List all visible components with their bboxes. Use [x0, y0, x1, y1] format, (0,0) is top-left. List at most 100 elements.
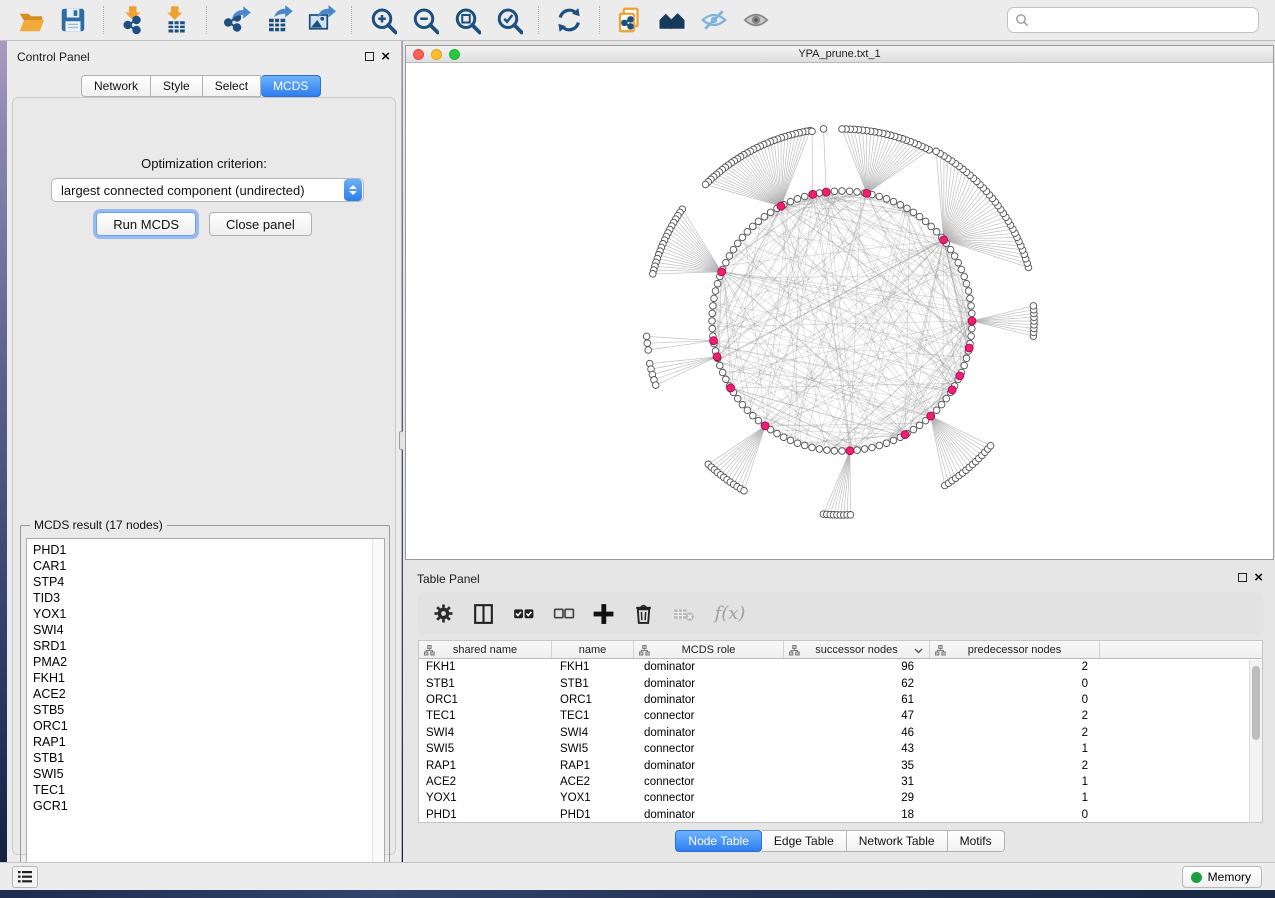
mcds-result-node[interactable]: SWI5	[27, 766, 384, 782]
tab-select[interactable]: Select	[203, 75, 261, 97]
zoom-fit-button[interactable]	[445, 3, 487, 37]
cell: ACE2	[552, 776, 634, 788]
mcds-result-node[interactable]: STP4	[27, 574, 384, 590]
result-scrollbar[interactable]	[372, 539, 384, 890]
cell: PHD1	[419, 809, 552, 821]
function-builder-button[interactable]: f(x)	[710, 600, 750, 626]
table-row[interactable]: TEC1TEC1connector472	[419, 708, 1262, 724]
float-panel-icon[interactable]	[365, 52, 374, 61]
mcds-result-node[interactable]: GCR1	[27, 798, 384, 814]
criterion-dropdown[interactable]: largest connected component (undirected)	[51, 178, 364, 202]
mcds-result-node[interactable]: RAP1	[27, 734, 384, 750]
mcds-result-node[interactable]: PHD1	[27, 542, 384, 558]
column-visibility-button[interactable]	[470, 600, 496, 626]
close-panel-icon[interactable]: ×	[381, 52, 390, 61]
cell: SWI4	[552, 727, 634, 739]
show-details-button[interactable]	[735, 3, 777, 37]
table-row[interactable]: ACE2ACE2connector311	[419, 774, 1262, 790]
select-all-button[interactable]	[510, 600, 536, 626]
deselect-all-button[interactable]	[550, 600, 576, 626]
table-row[interactable]: FKH1FKH1dominator962	[419, 659, 1262, 675]
table-scrollbar-thumb[interactable]	[1252, 666, 1260, 740]
mcds-result-node[interactable]: TID3	[27, 590, 384, 606]
hide-details-icon	[699, 5, 729, 35]
import-network-button[interactable]	[113, 3, 155, 37]
mcds-result-node[interactable]: ACE2	[27, 686, 384, 702]
network-canvas[interactable]	[406, 63, 1273, 559]
float-table-panel-icon[interactable]	[1238, 573, 1247, 582]
mcds-result-node[interactable]: TEC1	[27, 782, 384, 798]
search-box[interactable]	[1007, 7, 1259, 33]
mcds-result-node[interactable]: SWI4	[27, 622, 384, 638]
task-history-button[interactable]	[12, 866, 38, 888]
memory-button[interactable]: Memory	[1182, 866, 1262, 888]
table-row[interactable]: ORC1ORC1dominator610	[419, 692, 1262, 708]
table-row[interactable]: PHD1PHD1dominator180	[419, 807, 1262, 823]
column-header-name[interactable]: name	[552, 641, 634, 658]
table-row[interactable]: RAP1RAP1dominator352	[419, 757, 1262, 773]
list-icon	[18, 871, 32, 883]
mcds-result-list[interactable]: PHD1CAR1STP4TID3YOX1SWI4SRD1PMA2FKH1ACE2…	[26, 538, 385, 891]
delete-table-button[interactable]	[670, 600, 696, 626]
table-row[interactable]: STB1STB1dominator620	[419, 675, 1262, 691]
cell: SWI5	[552, 743, 634, 755]
mcds-result-node[interactable]: ORC1	[27, 718, 384, 734]
close-table-panel-icon[interactable]: ×	[1254, 573, 1263, 582]
hide-details-button[interactable]	[693, 3, 735, 37]
zoom-out-button[interactable]	[403, 3, 445, 37]
select-all-icon	[511, 601, 536, 626]
table-row[interactable]: YOX1YOX1connector291	[419, 790, 1262, 806]
tab-network-table[interactable]: Network Table	[847, 830, 948, 852]
delete-column-icon	[631, 601, 656, 626]
settings-gear-button[interactable]	[430, 600, 456, 626]
mcds-result-node[interactable]: SRD1	[27, 638, 384, 654]
mcds-result-node[interactable]: PMA2	[27, 654, 384, 670]
export-network-button[interactable]	[216, 3, 258, 37]
delete-column-button[interactable]	[630, 600, 656, 626]
save-session-button[interactable]	[52, 3, 94, 37]
tab-mcds[interactable]: MCDS	[261, 75, 321, 97]
search-icon	[1015, 13, 1029, 27]
run-mcds-button[interactable]: Run MCDS	[96, 212, 196, 236]
search-input[interactable]	[1029, 10, 1258, 30]
main-toolbar	[0, 0, 1275, 41]
table-row[interactable]: SWI4SWI4dominator462	[419, 725, 1262, 741]
open-file-button[interactable]	[10, 3, 52, 37]
cell: ORC1	[419, 694, 552, 706]
cell: 1	[930, 776, 1100, 788]
tab-edge-table[interactable]: Edge Table	[762, 830, 847, 852]
houses-button[interactable]	[651, 3, 693, 37]
network-window-titlebar[interactable]: YPA_prune.txt_1	[406, 46, 1273, 63]
import-table-button[interactable]	[155, 3, 197, 37]
zoom-selected-button[interactable]	[487, 3, 529, 37]
column-header-MCDS-role[interactable]: MCDS role	[634, 641, 784, 658]
column-header-shared-name[interactable]: shared name	[419, 641, 552, 658]
criterion-value: largest connected component (undirected)	[52, 183, 344, 198]
tab-style[interactable]: Style	[151, 75, 203, 97]
column-header-successor-nodes[interactable]: successor nodes	[784, 641, 930, 658]
cell: 2	[930, 661, 1100, 673]
tab-node-table[interactable]: Node Table	[675, 830, 762, 852]
add-column-button[interactable]	[590, 600, 616, 626]
mcds-result-node[interactable]: CAR1	[27, 558, 384, 574]
column-header-predecessor-nodes[interactable]: predecessor nodes	[930, 641, 1100, 658]
table-row[interactable]: SWI5SWI5connector431	[419, 741, 1262, 757]
mcds-result-node[interactable]: YOX1	[27, 606, 384, 622]
export-table-button[interactable]	[258, 3, 300, 37]
mcds-result-node[interactable]: STB1	[27, 750, 384, 766]
tab-network[interactable]: Network	[81, 75, 151, 97]
cell: connector	[634, 776, 784, 788]
function-builder-icon: f(x)	[715, 603, 746, 624]
cell: 62	[784, 678, 930, 690]
table-scrollbar[interactable]	[1249, 660, 1262, 822]
refresh-button[interactable]	[548, 3, 590, 37]
mcds-result-node[interactable]: FKH1	[27, 670, 384, 686]
zoom-in-button[interactable]	[361, 3, 403, 37]
tab-motifs[interactable]: Motifs	[948, 830, 1005, 852]
clone-network-button[interactable]	[609, 3, 651, 37]
close-panel-button[interactable]: Close panel	[209, 212, 312, 236]
mcds-result-node[interactable]: STB5	[27, 702, 384, 718]
import-table-icon	[161, 5, 191, 35]
export-image-button[interactable]	[300, 3, 342, 37]
cell: FKH1	[419, 661, 552, 673]
